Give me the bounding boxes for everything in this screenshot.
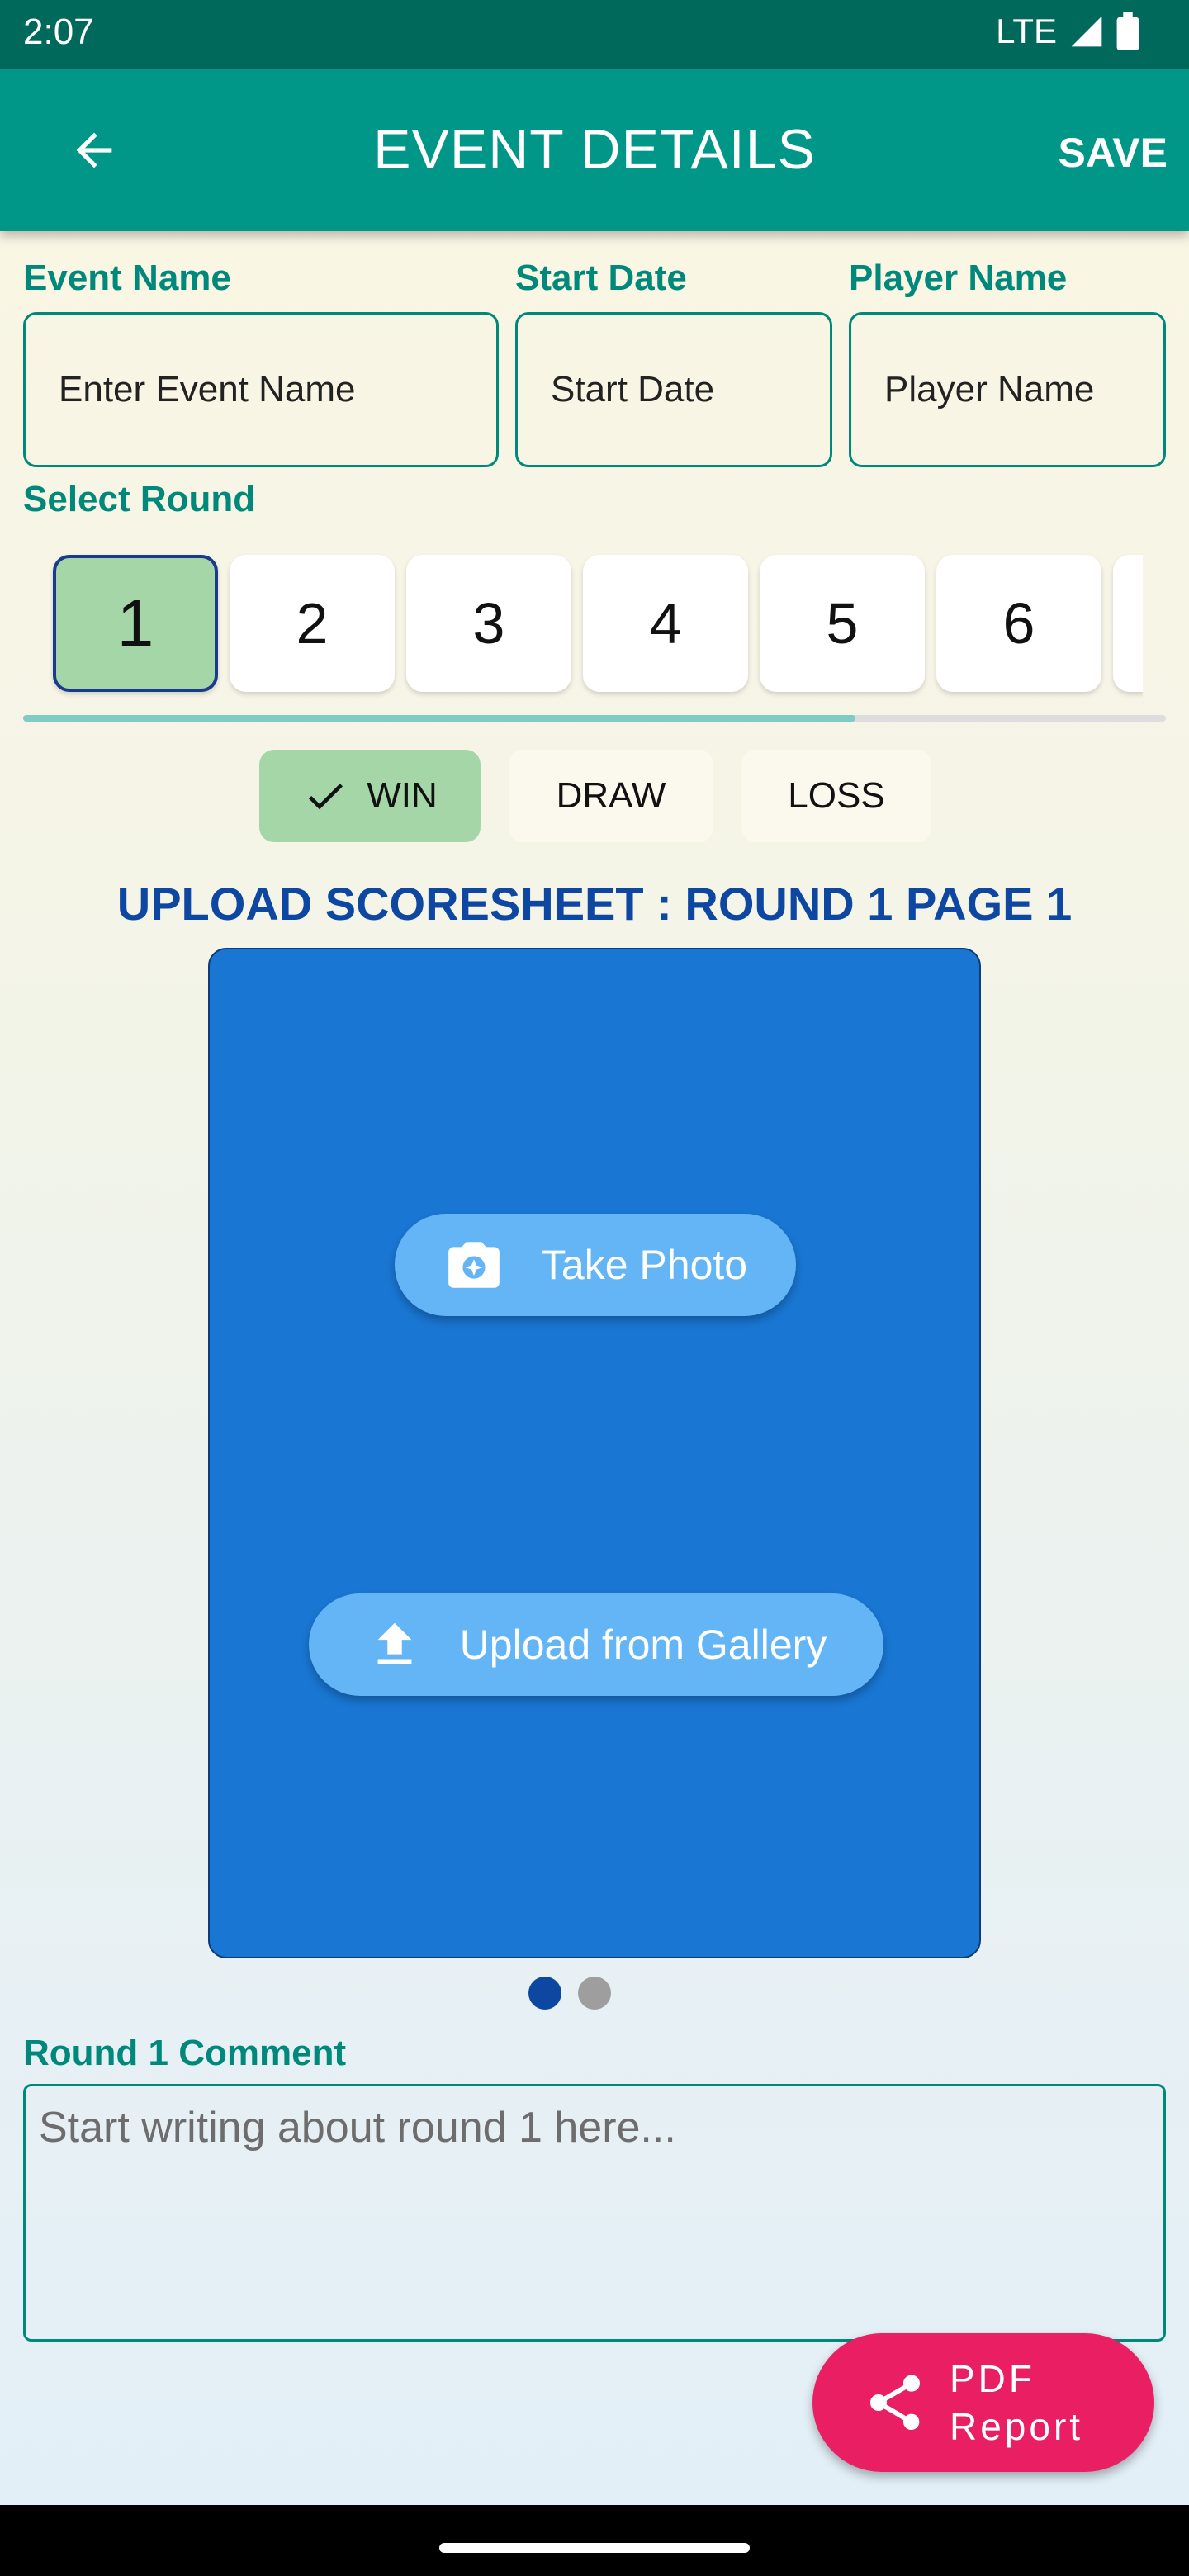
round-button-1[interactable]: 1	[53, 555, 218, 692]
check-icon	[309, 784, 343, 810]
player-name-field[interactable]: Player Name	[849, 312, 1166, 467]
page-dot-2[interactable]	[578, 1977, 611, 2010]
win-label: WIN	[367, 775, 438, 816]
event-name-field[interactable]: Enter Event Name	[23, 312, 499, 467]
page-dot-1[interactable]	[528, 1977, 561, 2010]
round-comment-label: Round 1 Comment	[23, 2033, 347, 2073]
player-name-label: Player Name	[849, 258, 1068, 298]
page-indicator	[528, 1977, 611, 2010]
pdf-report-line-1: PDF	[950, 2357, 1035, 2400]
pdf-report-line-2: Report	[950, 2405, 1084, 2448]
scoresheet-upload-card: Take Photo Upload from Gallery	[208, 948, 981, 1958]
take-photo-button[interactable]: Take Photo	[395, 1214, 796, 1316]
start-date-label: Start Date	[515, 258, 687, 298]
upload-icon	[377, 1622, 412, 1664]
camera-icon	[448, 1242, 500, 1288]
status-time: 2:07	[23, 12, 94, 52]
round-scrollbar-thumb[interactable]	[23, 715, 855, 722]
round-button-partial[interactable]	[1113, 555, 1143, 692]
draw-button[interactable]: DRAW	[509, 750, 713, 842]
round-button-2[interactable]: 2	[230, 555, 395, 692]
loss-label: LOSS	[788, 775, 885, 816]
take-photo-label: Take Photo	[540, 1242, 748, 1288]
start-date-field[interactable]: Start Date	[515, 312, 832, 467]
win-button[interactable]: WIN	[259, 750, 481, 842]
round-button-5[interactable]: 5	[760, 555, 925, 692]
upload-from-gallery-button[interactable]: Upload from Gallery	[309, 1593, 883, 1696]
round-button-4[interactable]: 4	[583, 555, 748, 692]
signal-icon	[1071, 16, 1102, 47]
event-name-label: Event Name	[23, 258, 231, 298]
battery-icon	[1116, 12, 1139, 50]
status-bar: 2:07 LTE	[0, 0, 1189, 69]
upload-from-gallery-label: Upload from Gallery	[459, 1622, 827, 1668]
upload-scoresheet-title: UPLOAD SCORESHEET : ROUND 1 PAGE 1	[116, 878, 1073, 930]
pdf-report-label: PDF Report	[950, 2355, 1083, 2451]
draw-label: DRAW	[556, 775, 666, 816]
round-button-3[interactable]: 3	[406, 555, 571, 692]
network-type: LTE	[996, 12, 1057, 50]
round-comment-textarea[interactable]: Start writing about round 1 here...	[23, 2084, 1166, 2342]
round-selector[interactable]: 1 2 3 4 5 6	[50, 553, 1143, 702]
round-scrollbar[interactable]	[23, 715, 1166, 722]
app-bar: EVENT DETAILS SAVE	[0, 69, 1189, 231]
system-nav-bar	[0, 2505, 1189, 2576]
page-title: EVENT DETAILS	[373, 118, 816, 181]
select-round-label: Select Round	[23, 479, 256, 519]
round-button-6[interactable]: 6	[936, 555, 1101, 692]
share-icon	[870, 2375, 920, 2430]
loss-button[interactable]: LOSS	[741, 750, 931, 842]
home-gesture-handle[interactable]	[439, 2543, 750, 2553]
save-button[interactable]: SAVE	[1059, 129, 1168, 177]
pdf-report-button[interactable]: PDF Report	[812, 2333, 1154, 2472]
